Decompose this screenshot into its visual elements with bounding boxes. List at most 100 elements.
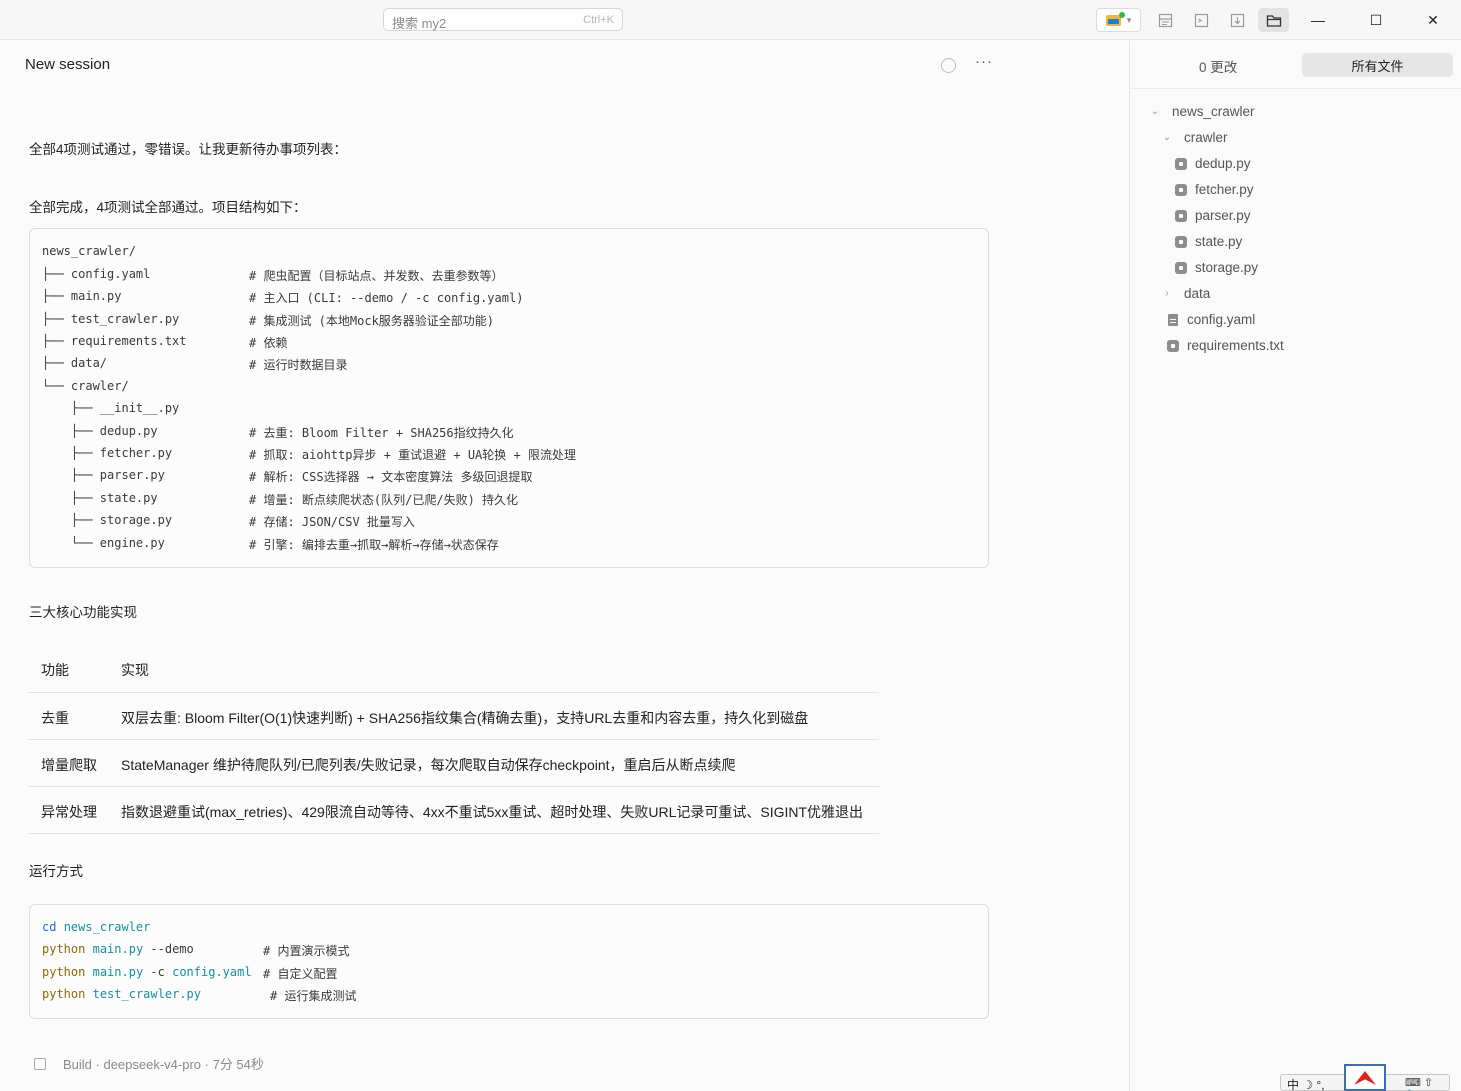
code-flag: -c xyxy=(150,965,165,979)
minimize-button[interactable]: — xyxy=(1289,0,1347,40)
file-tree-icon xyxy=(1266,14,1281,27)
tree-file[interactable]: state.py xyxy=(1174,234,1242,249)
close-icon: ✕ xyxy=(1427,11,1439,28)
code-line: ├── __init__.py xyxy=(42,401,180,415)
python-file-icon xyxy=(1174,235,1187,248)
code-comment: # 解析: CSS选择器 → 文本密度算法 多级回退提取 xyxy=(249,470,533,484)
chevron-down-icon: ▾ xyxy=(1126,14,1132,25)
layout-toggle-button[interactable] xyxy=(1152,8,1178,32)
code-comment: # 依赖 xyxy=(249,336,288,350)
more-options-button[interactable]: ··· xyxy=(975,53,993,70)
download-icon xyxy=(1230,13,1244,27)
features-table: 功能 实现 去重 双层去重: Bloom Filter(O(1)快速判断) + … xyxy=(29,645,879,834)
code-line: └── engine.py xyxy=(42,536,165,550)
search-input[interactable]: 搜索 my2 Ctrl+K xyxy=(383,8,623,31)
tree-item-label: data xyxy=(1184,286,1211,301)
tree-file[interactable]: fetcher.py xyxy=(1174,182,1254,197)
table-cell: 双层去重: Bloom Filter(O(1)快速判断) + SHA256指纹集… xyxy=(121,710,809,726)
table-cell: 去重 xyxy=(41,710,69,726)
session-title: New session xyxy=(25,56,111,73)
code-line: ├── requirements.txt xyxy=(42,334,187,348)
tree-item-label: news_crawler xyxy=(1172,104,1255,119)
python-file-icon xyxy=(1174,157,1187,170)
terminal-icon xyxy=(1194,13,1208,27)
file-tree-button[interactable] xyxy=(1258,8,1289,32)
code-comment: # 主入口 (CLI: --demo / -c config.yaml) xyxy=(249,291,524,305)
search-placeholder: 搜索 my2 xyxy=(392,16,447,31)
code-line: python main.py -c config.yaml xyxy=(42,965,252,979)
code-line: ├── state.py xyxy=(42,491,158,505)
build-info: Build · deepseek-v4-pro · 7分 54秒 xyxy=(34,1054,264,1073)
status-dot xyxy=(1119,12,1125,18)
code-argument: test_crawler.py xyxy=(92,987,201,1001)
code-keyword: python xyxy=(42,987,86,1001)
maximize-button[interactable]: ☐ xyxy=(1347,0,1405,40)
build-info-text: Build · deepseek-v4-pro · 7分 54秒 xyxy=(63,1057,264,1072)
code-line: ├── main.py xyxy=(42,289,122,303)
chevron-right-icon: › xyxy=(1165,288,1169,299)
table-row: 去重 双层去重: Bloom Filter(O(1)快速判断) + SHA256… xyxy=(29,693,879,740)
code-line: cd news_crawler xyxy=(42,920,150,934)
code-line: ├── fetcher.py xyxy=(42,446,173,460)
tree-file[interactable]: dedup.py xyxy=(1174,156,1251,171)
code-line: news_crawler/ xyxy=(42,244,136,258)
copy-icon[interactable] xyxy=(34,1057,46,1070)
search-shortcut: Ctrl+K xyxy=(583,14,614,26)
minimize-icon: — xyxy=(1311,12,1325,28)
tree-item-label: parser.py xyxy=(1195,208,1251,223)
code-comment: # 运行集成测试 xyxy=(270,989,357,1003)
download-button[interactable] xyxy=(1224,8,1250,32)
tree-item-label: state.py xyxy=(1195,234,1243,249)
code-line: ├── parser.py xyxy=(42,468,165,482)
divider xyxy=(1130,88,1461,89)
ime-language-indicator[interactable]: 中 ☽ °, xyxy=(1287,1076,1325,1091)
code-comment: # 爬虫配置（目标站点、并发数、去重参数等） xyxy=(249,269,504,283)
code-argument: main.py xyxy=(92,965,144,979)
code-comment: # 内置演示模式 xyxy=(263,944,350,958)
code-keyword: python xyxy=(42,965,86,979)
tab-all-files[interactable]: 所有文件 xyxy=(1302,53,1453,77)
table-cell: 异常处理 xyxy=(41,804,97,820)
tree-file[interactable]: storage.py xyxy=(1174,260,1258,275)
code-line: python main.py --demo xyxy=(42,942,194,956)
file-panel: 0 更改 所有文件 ⌄ news_crawler ⌄ crawler dedup… xyxy=(1129,41,1461,1091)
tree-file[interactable]: config.yaml xyxy=(1166,312,1255,327)
tree-folder-crawler[interactable]: ⌄ crawler xyxy=(1162,130,1228,145)
python-file-icon xyxy=(1174,261,1187,274)
section-heading: 三大核心功能实现 xyxy=(29,605,137,620)
code-line: ├── storage.py xyxy=(42,513,173,527)
tree-item-label: requirements.txt xyxy=(1187,338,1284,353)
tree-folder-data[interactable]: › data xyxy=(1162,286,1210,301)
code-line: ├── dedup.py xyxy=(42,424,158,438)
ime-toolbar[interactable]: 中 ☽ °, ⌨ ⇧ 🔧 xyxy=(1268,1064,1453,1091)
table-row: 增量爬取 StateManager 维护待爬队列/已爬列表/失败记录，每次爬取自… xyxy=(29,740,879,787)
table-header-row: 功能 实现 xyxy=(29,645,879,693)
code-flag: --demo xyxy=(150,942,194,956)
layout-icon xyxy=(1158,13,1172,27)
code-line: python test_crawler.py xyxy=(42,987,201,1001)
close-button[interactable]: ✕ xyxy=(1404,0,1461,40)
table-header-cell: 功能 xyxy=(41,662,69,678)
terminal-button[interactable] xyxy=(1188,8,1214,32)
chevron-down-icon: ⌄ xyxy=(1162,132,1172,143)
ime-tools[interactable]: ⌨ ⇧ 🔧 xyxy=(1405,1076,1449,1091)
code-comment: # 引擎: 编排去重→抓取→解析→存储→状态保存 xyxy=(249,538,499,552)
code-comment: # 集成测试 (本地Mock服务器验证全部功能) xyxy=(249,314,495,328)
tree-item-label: dedup.py xyxy=(1195,156,1251,171)
code-argument: main.py xyxy=(92,942,144,956)
tree-file[interactable]: requirements.txt xyxy=(1166,338,1284,353)
code-comment: # 运行时数据目录 xyxy=(249,358,348,372)
message-text: 全部完成，4项测试全部通过。项目结构如下： xyxy=(29,200,307,215)
title-bar: 搜索 my2 Ctrl+K ▾ — ☐ ✕ xyxy=(0,0,1461,40)
ime-logo-icon xyxy=(1344,1064,1386,1091)
tab-changes[interactable]: 0 更改 xyxy=(1199,56,1237,76)
code-line: ├── test_crawler.py xyxy=(42,312,180,326)
project-folder-button[interactable]: ▾ xyxy=(1096,8,1141,32)
code-comment: # 存储: JSON/CSV 批量写入 xyxy=(249,515,415,529)
tree-file[interactable]: parser.py xyxy=(1174,208,1251,223)
maximize-icon: ☐ xyxy=(1369,11,1383,28)
session-header: New session ··· xyxy=(0,41,1129,89)
tree-folder-news-crawler[interactable]: ⌄ news_crawler xyxy=(1150,104,1255,119)
code-argument: config.yaml xyxy=(172,965,252,979)
section-heading: 运行方式 xyxy=(29,864,83,879)
